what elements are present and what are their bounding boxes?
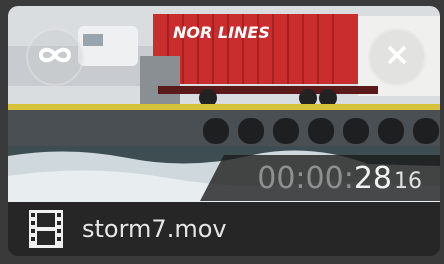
loop-button[interactable] — [26, 28, 84, 86]
container-lettering: NOR LINES — [173, 23, 270, 42]
infinity-loop-icon — [38, 45, 72, 69]
timecode-hours-minutes: 00:00: — [257, 160, 354, 196]
timecode-seconds: 28 — [353, 160, 392, 196]
clip-footer: storm7.mov — [8, 202, 440, 256]
clip-filename: storm7.mov — [82, 215, 227, 243]
film-strip-icon — [26, 209, 66, 249]
timecode-frames: 16 — [394, 168, 422, 194]
media-clip-card[interactable]: NOR LINES 00:00: 28 16 storm7.mov — [8, 6, 440, 256]
timecode-display: 00:00: 28 16 — [200, 155, 440, 201]
close-button[interactable] — [368, 28, 426, 86]
close-x-icon — [386, 44, 408, 70]
